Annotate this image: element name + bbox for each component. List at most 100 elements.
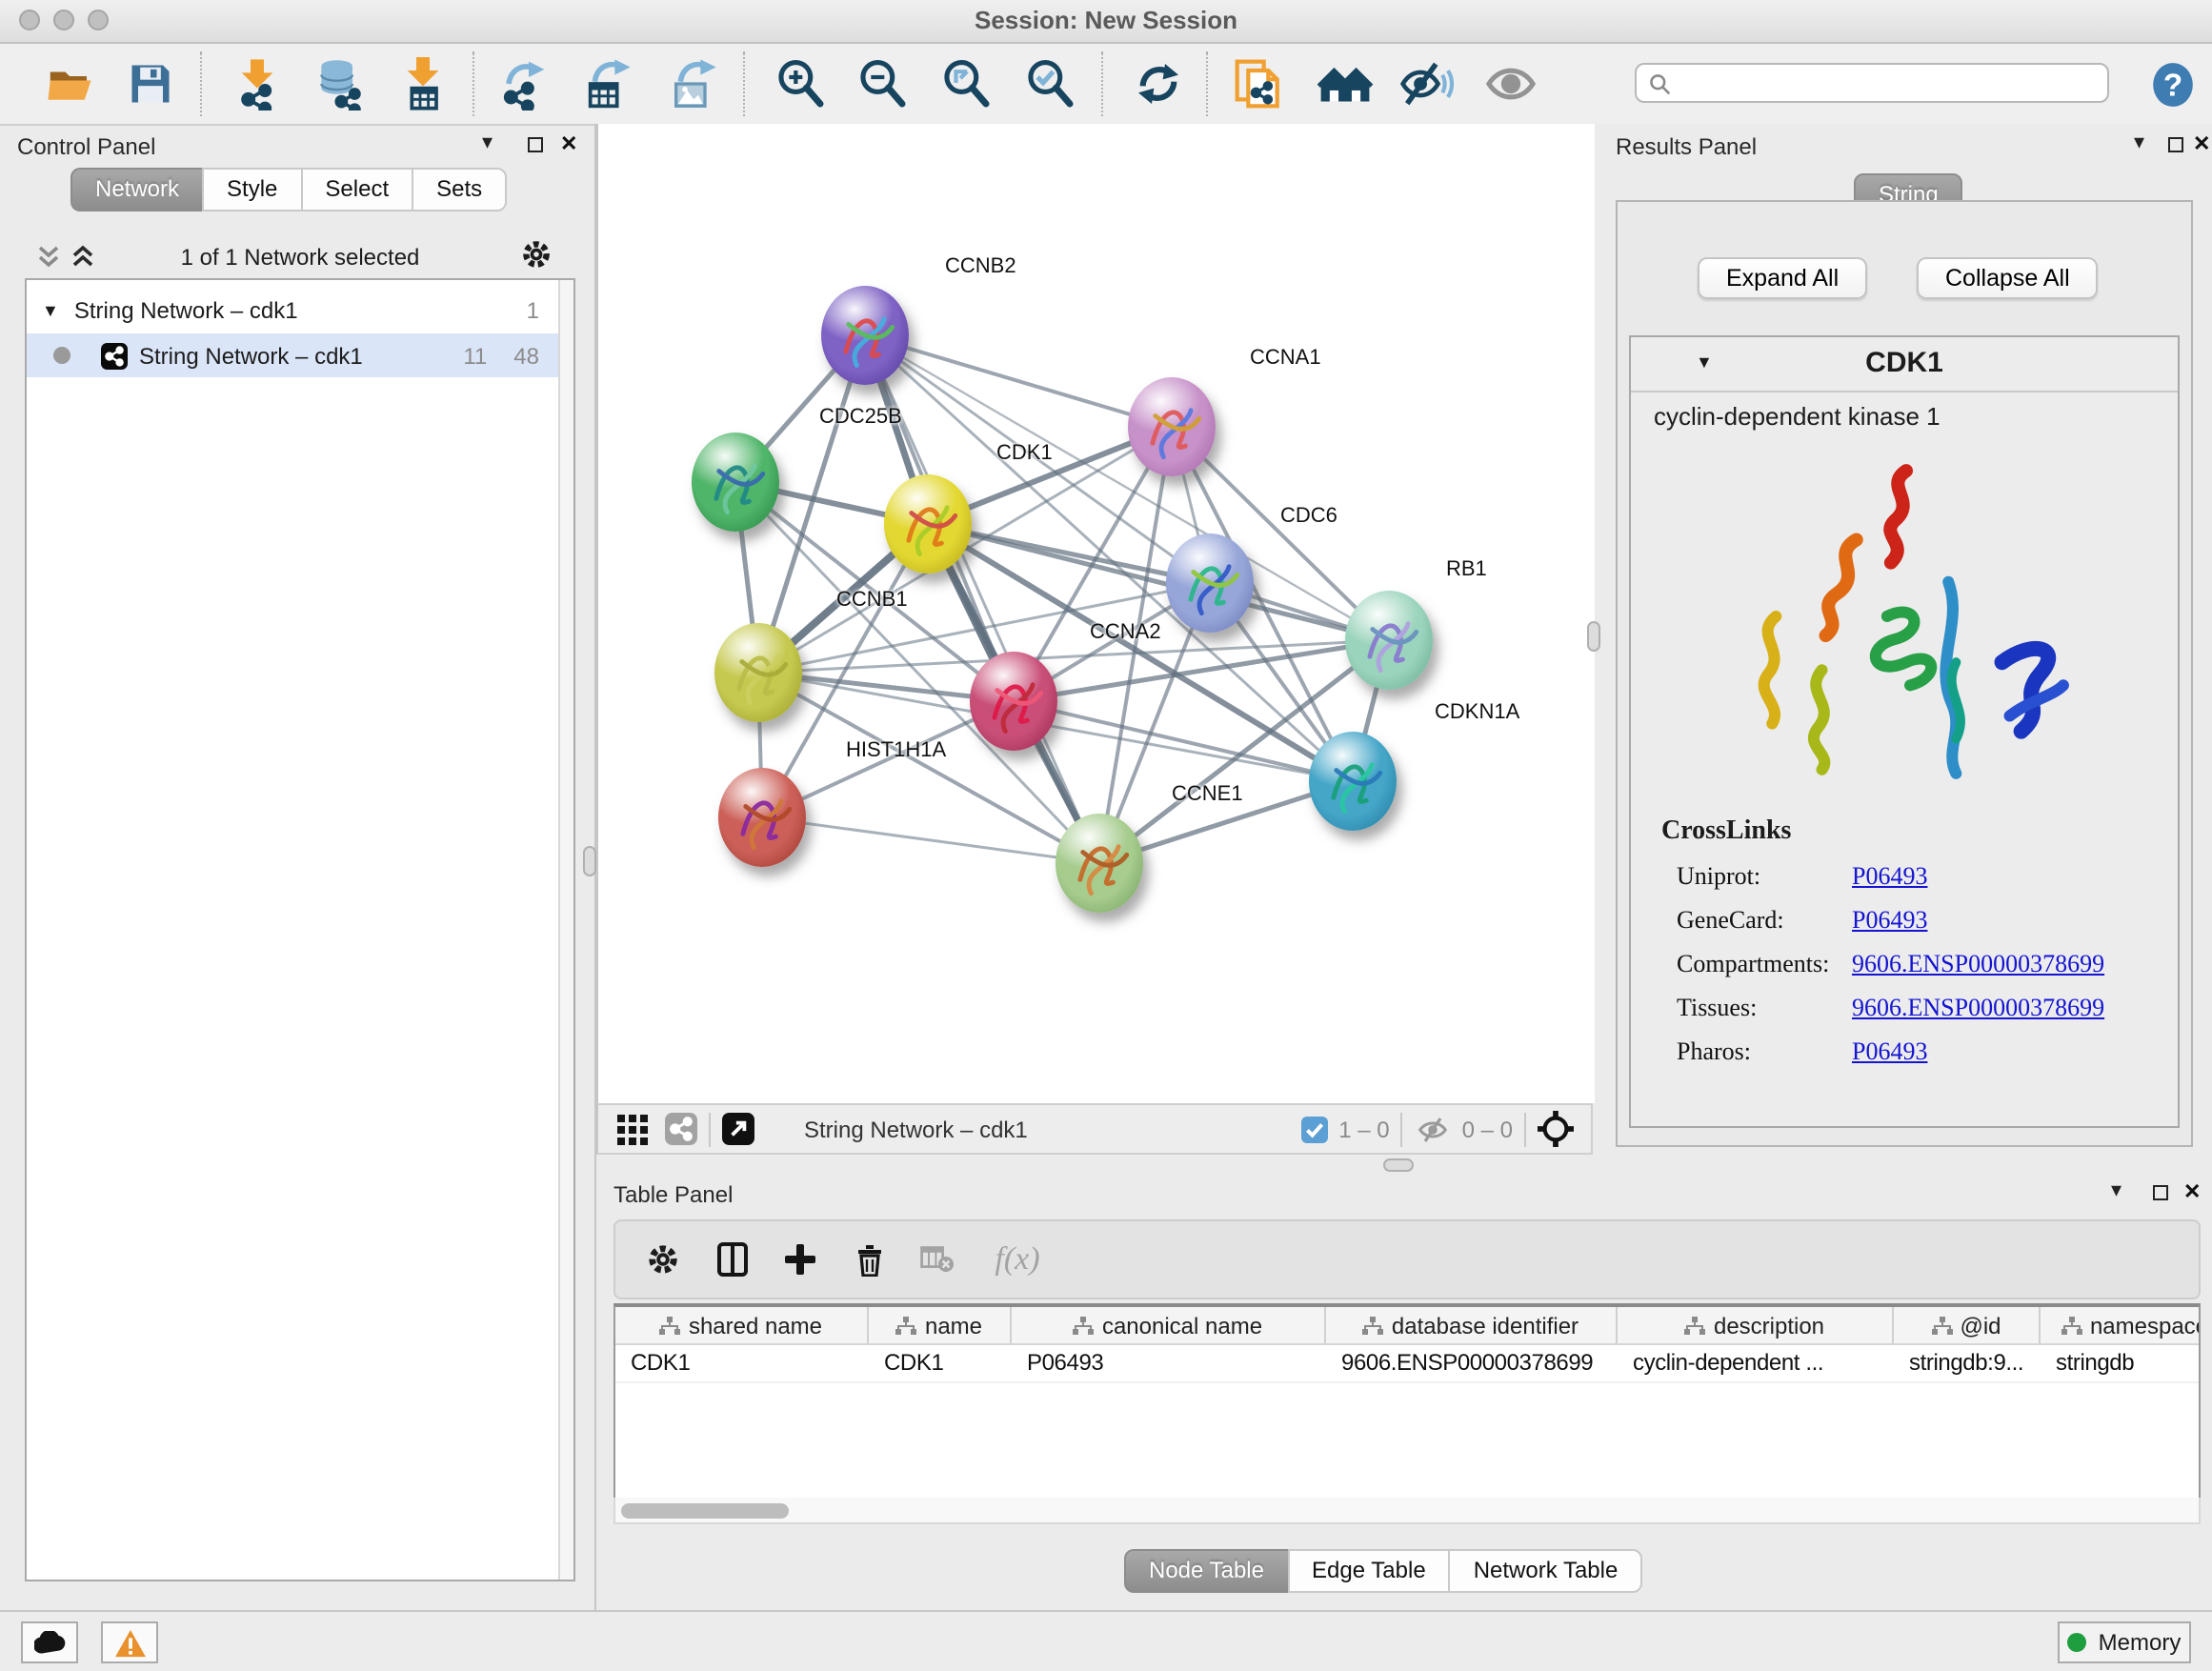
- warnings-button[interactable]: [101, 1621, 158, 1663]
- table-horizontal-scrollbar[interactable]: [613, 1498, 2201, 1524]
- left-splitter-handle[interactable]: [583, 846, 596, 876]
- import-network-button[interactable]: [227, 53, 288, 114]
- tab-network-table[interactable]: Network Table: [1449, 1549, 1643, 1593]
- export-table-button[interactable]: [575, 53, 636, 114]
- refresh-layout-button[interactable]: [1128, 53, 1189, 114]
- cloud-status-button[interactable]: [21, 1621, 78, 1663]
- table-splitter-handle[interactable]: [1383, 1158, 1414, 1172]
- show-all-networks-button[interactable]: [1315, 53, 1376, 114]
- export-image-button[interactable]: [661, 53, 722, 114]
- tab-style[interactable]: Style: [202, 168, 300, 211]
- table-row[interactable]: CDK1CDK1P064939606.ENSP00000378699cyclin…: [615, 1345, 2199, 1383]
- table-cell[interactable]: P06493: [1012, 1345, 1326, 1381]
- table-panel-float-icon[interactable]: [2153, 1185, 2168, 1200]
- zoom-selected-button[interactable]: [1019, 53, 1080, 114]
- table-cell[interactable]: cyclin-dependent ...: [1618, 1345, 1894, 1381]
- zoom-in-button[interactable]: [770, 53, 831, 114]
- node-HIST1H1A[interactable]: [718, 768, 806, 867]
- control-panel-float-icon[interactable]: [528, 137, 543, 152]
- table-cell[interactable]: 9606.ENSP00000378699: [1326, 1345, 1618, 1381]
- network-search-field[interactable]: [1635, 63, 2109, 103]
- protein-description: cyclin-dependent kinase 1: [1654, 402, 1941, 431]
- table-panel-collapse-icon[interactable]: ▾: [2111, 1181, 2122, 1200]
- node-CDC6[interactable]: [1166, 534, 1254, 633]
- collapse-all-button[interactable]: Collapse All: [1917, 257, 2099, 299]
- show-columns-button[interactable]: [711, 1238, 753, 1280]
- help-button[interactable]: ?: [2142, 53, 2202, 114]
- zoom-out-button[interactable]: [852, 53, 913, 114]
- column-header-namespace[interactable]: namespace: [2041, 1307, 2201, 1343]
- memory-button[interactable]: Memory: [2058, 1621, 2191, 1663]
- selected-checkbox-icon[interactable]: [1300, 1116, 1327, 1142]
- node-CCNA2[interactable]: [970, 652, 1057, 751]
- control-panel-collapse-icon[interactable]: ▾: [482, 133, 493, 152]
- results-panel-collapse-icon[interactable]: ▾: [2134, 133, 2144, 152]
- zoom-fit-button[interactable]: [935, 53, 996, 114]
- column-header-description[interactable]: description: [1618, 1307, 1894, 1343]
- scrollbar-thumb[interactable]: [621, 1503, 789, 1519]
- open-session-button[interactable]: [38, 53, 99, 114]
- open-in-window-icon[interactable]: [722, 1113, 754, 1145]
- network-collection-row[interactable]: ▼ String Network – cdk1 1: [27, 288, 562, 332]
- node-CDC25B[interactable]: [692, 433, 779, 532]
- table-settings-button[interactable]: [642, 1238, 684, 1280]
- results-panel-float-icon[interactable]: [2168, 137, 2183, 152]
- column-header-database-identifier[interactable]: database identifier: [1326, 1307, 1618, 1343]
- tab-network[interactable]: Network: [70, 168, 202, 211]
- node-CDK1[interactable]: [884, 474, 972, 574]
- crosslink-link[interactable]: P06493: [1852, 1037, 1927, 1067]
- table-cell[interactable]: CDK1: [615, 1345, 869, 1381]
- expand-all-button[interactable]: Expand All: [1698, 257, 1867, 299]
- hide-selected-button[interactable]: [1397, 53, 1458, 114]
- network-list-scrollbar[interactable]: [558, 280, 573, 1580]
- database-icon: [312, 57, 366, 111]
- column-header--id[interactable]: @id: [1894, 1307, 2041, 1343]
- node-CCNA1[interactable]: [1128, 377, 1216, 476]
- crosslink-link[interactable]: P06493: [1852, 905, 1927, 936]
- birds-eye-toggle-icon[interactable]: [1538, 1111, 1574, 1147]
- control-panel-gear-icon[interactable]: [520, 238, 553, 271]
- tree-expander-icon[interactable]: ▼: [42, 300, 59, 319]
- create-column-button[interactable]: [779, 1238, 821, 1280]
- crosslink-link[interactable]: 9606.ENSP00000378699: [1852, 949, 2104, 979]
- crosslink-label: Uniprot:: [1677, 861, 1852, 892]
- string-view-icon[interactable]: [665, 1113, 697, 1145]
- node-CDKN1A[interactable]: [1309, 732, 1397, 831]
- right-splitter-handle[interactable]: [1587, 621, 1600, 652]
- table-cell[interactable]: stringdb: [2041, 1345, 2201, 1381]
- import-network-from-database-button[interactable]: [309, 53, 370, 114]
- import-table-button[interactable]: [392, 53, 453, 114]
- duplicate-network-button[interactable]: [1229, 53, 1290, 114]
- tab-sets[interactable]: Sets: [412, 168, 507, 211]
- crosslink-link[interactable]: 9606.ENSP00000378699: [1852, 993, 2104, 1023]
- table-panel-close-icon[interactable]: ✕: [2183, 1179, 2201, 1204]
- search-input[interactable]: [1671, 68, 2107, 98]
- show-hidden-button[interactable]: [1480, 53, 1541, 114]
- network-row[interactable]: String Network – cdk1 11 48: [27, 333, 562, 377]
- delete-column-button[interactable]: [848, 1238, 890, 1280]
- expand-all-tree-icon[interactable]: [34, 242, 63, 271]
- node-CCNB1[interactable]: [714, 623, 802, 722]
- grid-view-icon[interactable]: [617, 1114, 648, 1144]
- results-panel-close-icon[interactable]: ✕: [2193, 131, 2210, 156]
- table-cell[interactable]: CDK1: [869, 1345, 1012, 1381]
- collapse-all-tree-icon[interactable]: [69, 242, 97, 271]
- export-network-button[interactable]: [492, 53, 553, 114]
- tab-node-table[interactable]: Node Table: [1124, 1549, 1287, 1593]
- crosslink-label: Tissues:: [1677, 993, 1852, 1023]
- save-session-button[interactable]: [120, 53, 181, 114]
- column-header-shared-name[interactable]: shared name: [615, 1307, 869, 1343]
- tab-edge-table[interactable]: Edge Table: [1287, 1549, 1449, 1593]
- column-header-name[interactable]: name: [869, 1307, 1012, 1343]
- node-RB1[interactable]: [1345, 591, 1433, 690]
- column-type-icon: [660, 1316, 681, 1335]
- tab-select[interactable]: Select: [300, 168, 412, 211]
- node-CCNB2[interactable]: [821, 286, 909, 385]
- node-CCNE1[interactable]: [1056, 814, 1143, 913]
- column-header-canonical-name[interactable]: canonical name: [1012, 1307, 1326, 1343]
- control-panel-close-icon[interactable]: ✕: [560, 131, 577, 156]
- crosslink-link[interactable]: P06493: [1852, 861, 1927, 892]
- column-type-icon: [1074, 1316, 1095, 1335]
- network-canvas[interactable]: CCNB2 CCNA1 CDC25B CDK1 CDC6 RB1 CCNB1: [596, 124, 1597, 1103]
- table-cell[interactable]: stringdb:9...: [1894, 1345, 2041, 1381]
